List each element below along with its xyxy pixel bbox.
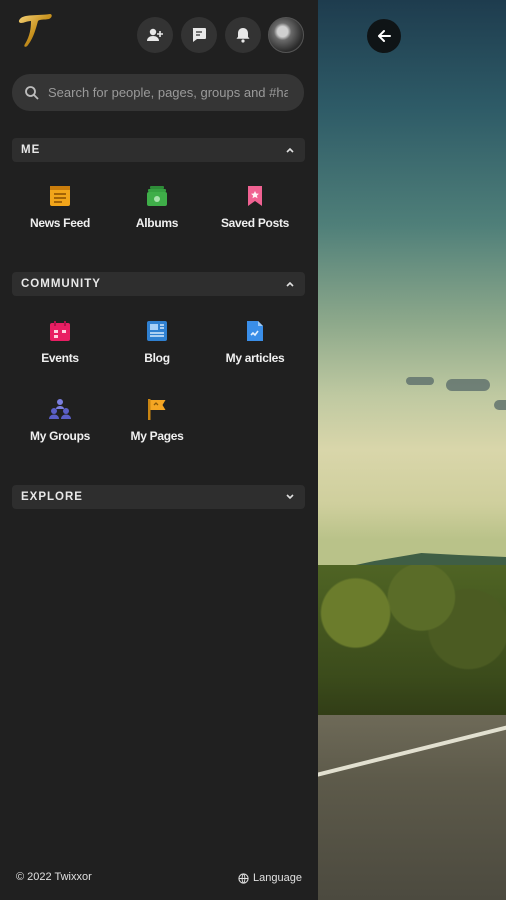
section-title: ME — [21, 144, 41, 156]
blog-icon — [147, 321, 167, 341]
message-icon — [192, 28, 206, 42]
top-bar — [0, 0, 318, 70]
events-icon — [50, 321, 70, 341]
articles-icon — [247, 321, 263, 341]
menu-item-my-articles[interactable]: My articles — [206, 318, 304, 378]
search-icon — [25, 85, 39, 100]
groups-icon — [49, 399, 71, 419]
side-menu-panel: ME News Feed Albums — [0, 0, 318, 900]
pages-flag-icon — [148, 399, 166, 420]
back-arrow-button[interactable] — [367, 19, 401, 53]
section-header-explore[interactable]: EXPLORE — [12, 485, 305, 509]
menu-item-my-pages[interactable]: My Pages — [108, 396, 206, 456]
menu-item-label: News Feed — [30, 216, 90, 230]
app-logo[interactable] — [16, 10, 56, 50]
chevron-up-icon — [286, 281, 294, 287]
globe-icon — [238, 872, 249, 884]
section-title: EXPLORE — [21, 491, 83, 503]
section-header-me[interactable]: ME — [12, 138, 305, 162]
add-friend-button[interactable] — [137, 17, 173, 53]
menu-item-albums[interactable]: Albums — [108, 183, 206, 243]
language-label: Language — [253, 872, 302, 884]
section-title: COMMUNITY — [21, 278, 101, 290]
menu-item-label: Blog — [144, 351, 170, 365]
search-bar[interactable] — [12, 74, 304, 111]
notifications-button[interactable] — [225, 17, 261, 53]
back-arrow-icon — [378, 30, 391, 42]
search-input[interactable] — [48, 85, 288, 100]
menu-item-my-groups[interactable]: My Groups — [11, 396, 109, 456]
background-photo — [318, 0, 506, 900]
menu-item-label: Events — [41, 351, 79, 365]
user-avatar[interactable] — [268, 17, 304, 53]
menu-item-events[interactable]: Events — [11, 318, 109, 378]
albums-icon — [147, 186, 167, 206]
copyright-text: © 2022 Twixxor — [16, 871, 92, 883]
messages-button[interactable] — [181, 17, 217, 53]
add-person-icon — [147, 28, 163, 41]
news-feed-icon — [50, 186, 70, 206]
menu-item-label: My articles — [225, 351, 285, 365]
menu-item-label: Albums — [135, 216, 179, 230]
chevron-down-icon — [286, 494, 294, 500]
menu-item-label: My Groups — [30, 429, 90, 443]
menu-item-saved-posts[interactable]: Saved Posts — [206, 183, 304, 243]
section-header-community[interactable]: COMMUNITY — [12, 272, 305, 296]
menu-item-label: Saved Posts — [220, 216, 290, 230]
menu-item-label: My Pages — [130, 429, 184, 443]
bell-icon — [236, 28, 250, 43]
language-button[interactable]: Language — [238, 872, 302, 884]
menu-item-news-feed[interactable]: News Feed — [11, 183, 109, 243]
saved-posts-icon — [248, 186, 262, 206]
chevron-up-icon — [286, 147, 294, 153]
menu-item-blog[interactable]: Blog — [108, 318, 206, 378]
